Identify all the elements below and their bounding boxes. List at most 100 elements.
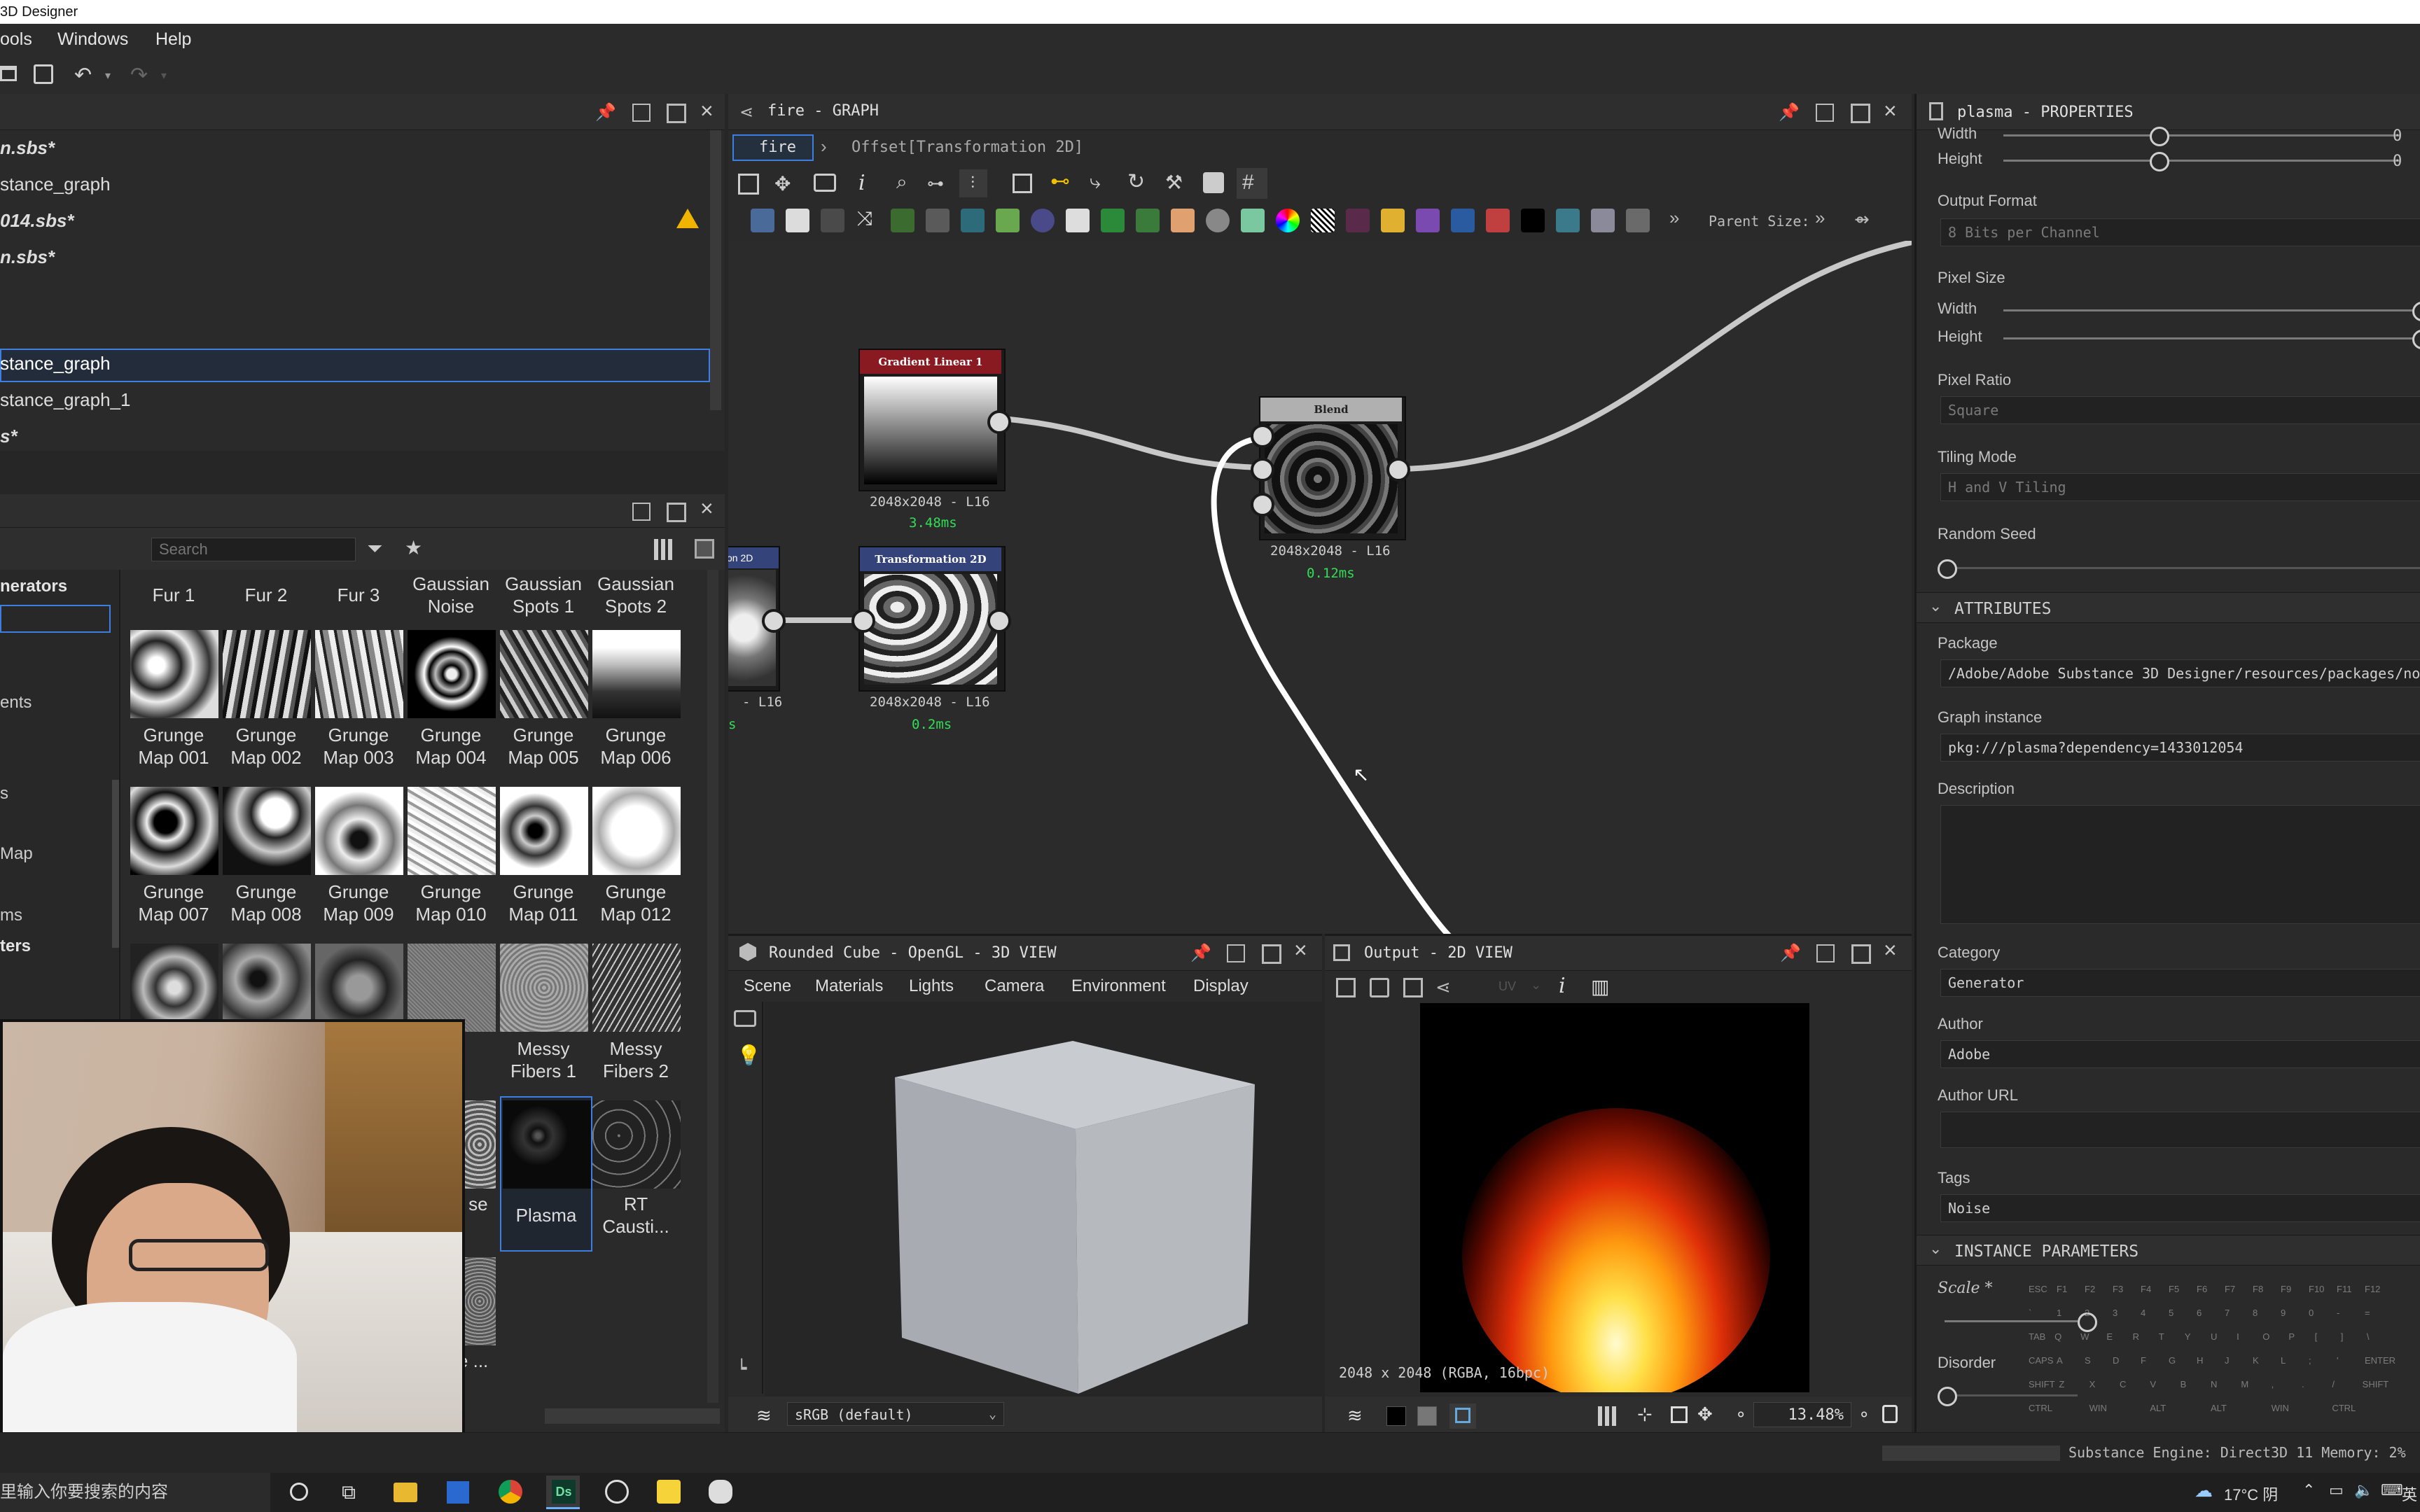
keyboard-key[interactable]: ; [2309, 1355, 2311, 1366]
library-horizontal-scrollbar[interactable] [545, 1408, 720, 1424]
pixel-ratio-field[interactable]: Square [1940, 396, 2420, 424]
close-icon[interactable]: × [1884, 98, 1897, 124]
library-item-thumbnail[interactable] [130, 630, 218, 718]
keyboard-key[interactable]: F12 [2365, 1284, 2380, 1294]
uniform-color-node-icon[interactable] [1031, 209, 1055, 232]
library-item-label[interactable]: Grunge Map 010 [405, 881, 497, 925]
screenshot-icon[interactable] [814, 174, 836, 192]
obs-icon[interactable] [605, 1480, 629, 1504]
float-icon[interactable] [632, 104, 651, 122]
export-icon[interactable] [1336, 978, 1356, 997]
keyboard-key[interactable]: ' [2337, 1355, 2338, 1366]
library-item-label[interactable]: Grunge Map 006 [590, 724, 682, 769]
keyboard-key[interactable]: 6 [2197, 1308, 2202, 1318]
filter-icon[interactable]: ⏷ [367, 538, 382, 561]
keyboard-key[interactable]: F10 [2309, 1284, 2324, 1294]
random-seed-slider[interactable] [1945, 567, 2420, 569]
curve-node-icon[interactable] [891, 209, 915, 232]
keyboard-key[interactable]: E [2106, 1331, 2113, 1342]
parent-size-more-icon[interactable]: » [1815, 207, 1825, 229]
library-item-label[interactable]: Grunge Map 004 [405, 724, 497, 769]
grid-icon[interactable]: # [1242, 171, 1254, 195]
maximize-icon[interactable] [1851, 944, 1871, 964]
keyboard-key[interactable]: SHIFT [2029, 1379, 2055, 1390]
share-icon[interactable]: ⋖ [1435, 976, 1451, 998]
zoom-in-icon[interactable]: ∘ [1858, 1404, 1870, 1425]
keyboard-key[interactable]: ENTER [2365, 1355, 2395, 1366]
explorer-item[interactable]: stance_graph_1 [0, 389, 130, 411]
snapshot-icon[interactable] [1203, 172, 1224, 193]
library-item-thumbnail[interactable] [315, 630, 403, 718]
library-item-label[interactable]: Grunge Map 003 [312, 724, 405, 769]
library-vertical-scrollbar[interactable] [707, 570, 718, 1403]
keyboard-key[interactable]: J [2225, 1355, 2230, 1366]
grid-icon[interactable] [1598, 1406, 1618, 1426]
library-item-label[interactable]: Grunge Map 008 [220, 881, 312, 925]
fill-node-icon[interactable] [821, 209, 844, 232]
library-item-label[interactable]: Gaussian Spots 1 [497, 573, 590, 617]
node-input-pin[interactable] [1251, 458, 1274, 482]
tree-item[interactable]: ms [0, 906, 22, 925]
notes-icon[interactable] [657, 1480, 681, 1504]
tags-field[interactable]: Noise [1940, 1194, 2420, 1222]
pin-icon[interactable]: 📌 [1190, 943, 1211, 963]
zoom-out-icon[interactable]: ∘ [1735, 1404, 1746, 1425]
redo-dropdown-icon[interactable]: ▾ [161, 69, 167, 83]
explorer-item[interactable]: s* [0, 426, 18, 447]
library-item-thumbnail[interactable] [500, 944, 588, 1032]
fx-node-icon[interactable] [1521, 209, 1545, 232]
width-slider[interactable] [2003, 134, 2400, 136]
library-item-label[interactable]: Grunge Map 002 [220, 724, 312, 769]
pixel-processor-icon[interactable] [1556, 209, 1580, 232]
keyboard-key[interactable]: C [2120, 1379, 2126, 1390]
library-item-label[interactable]: Grunge Map 012 [590, 881, 682, 925]
description-textarea[interactable] [1940, 805, 2420, 924]
node-output-pin[interactable] [1386, 458, 1410, 482]
graph-node-gradient-linear[interactable]: Gradient Linear 1 [858, 349, 1006, 491]
align-icon[interactable]: ⊶ [927, 174, 944, 194]
library-item-thumbnail[interactable] [223, 630, 311, 718]
keyboard-key[interactable]: WIN [2089, 1403, 2107, 1413]
library-item-thumbnail[interactable] [408, 630, 496, 718]
output-format-field[interactable]: 8 Bits per Channel [1940, 218, 2420, 246]
height-slider-knob[interactable] [2150, 152, 2169, 172]
keyboard-key[interactable]: F [2141, 1355, 2146, 1366]
designer-app-icon[interactable]: Ds [552, 1480, 576, 1504]
library-item-label[interactable]: Fur 1 [127, 584, 220, 606]
pixel-width-knob[interactable] [2412, 302, 2420, 321]
keyboard-key[interactable]: TAB [2029, 1331, 2045, 1342]
keyboard-key[interactable]: 7 [2225, 1308, 2230, 1318]
node-input-pin[interactable] [851, 609, 875, 633]
frame-all-icon[interactable] [738, 174, 759, 195]
width-slider-knob[interactable] [2150, 127, 2169, 146]
output-node-icon[interactable] [1171, 209, 1195, 232]
height-slider[interactable] [2003, 160, 2400, 162]
library-item-thumbnail[interactable] [223, 787, 311, 875]
keyboard-key[interactable]: T [2159, 1331, 2164, 1342]
explorer-item[interactable]: n.sbs* [0, 137, 55, 159]
tree-scrollbar[interactable] [112, 780, 119, 948]
keyboard-key[interactable]: ` [2029, 1308, 2031, 1318]
thumbnail-size-icon[interactable] [695, 539, 714, 559]
keyboard-key[interactable]: M [2241, 1379, 2248, 1390]
keyboard-key[interactable]: 4 [2141, 1308, 2146, 1318]
transform-node-icon[interactable] [961, 209, 985, 232]
tree-item[interactable]: Map [0, 844, 33, 864]
keyboard-key[interactable]: 1 [2057, 1308, 2061, 1318]
keyboard-key[interactable]: B [2181, 1379, 2187, 1390]
keyboard-key[interactable]: H [2197, 1355, 2203, 1366]
tree-item-selected[interactable] [0, 605, 111, 633]
tray-expand-icon[interactable]: ⌃ [2302, 1481, 2315, 1499]
library-item-label[interactable]: Grunge Map 007 [127, 881, 220, 925]
frame-icon[interactable] [1013, 174, 1032, 193]
random-seed-knob[interactable] [1938, 559, 1957, 579]
weather-text[interactable]: 17°C 阴 [2224, 1483, 2278, 1505]
disorder-knob[interactable] [1938, 1387, 1957, 1406]
keyboard-key[interactable]: \ [2367, 1331, 2370, 1342]
checker-icon[interactable] [1455, 1408, 1470, 1423]
keyboard-key[interactable]: 5 [2169, 1308, 2174, 1318]
keyboard-key[interactable]: F5 [2169, 1284, 2179, 1294]
node-input-pin[interactable] [1251, 424, 1274, 448]
explorer-scrollbar[interactable] [710, 130, 721, 410]
library-item-thumbnail[interactable] [592, 787, 681, 875]
